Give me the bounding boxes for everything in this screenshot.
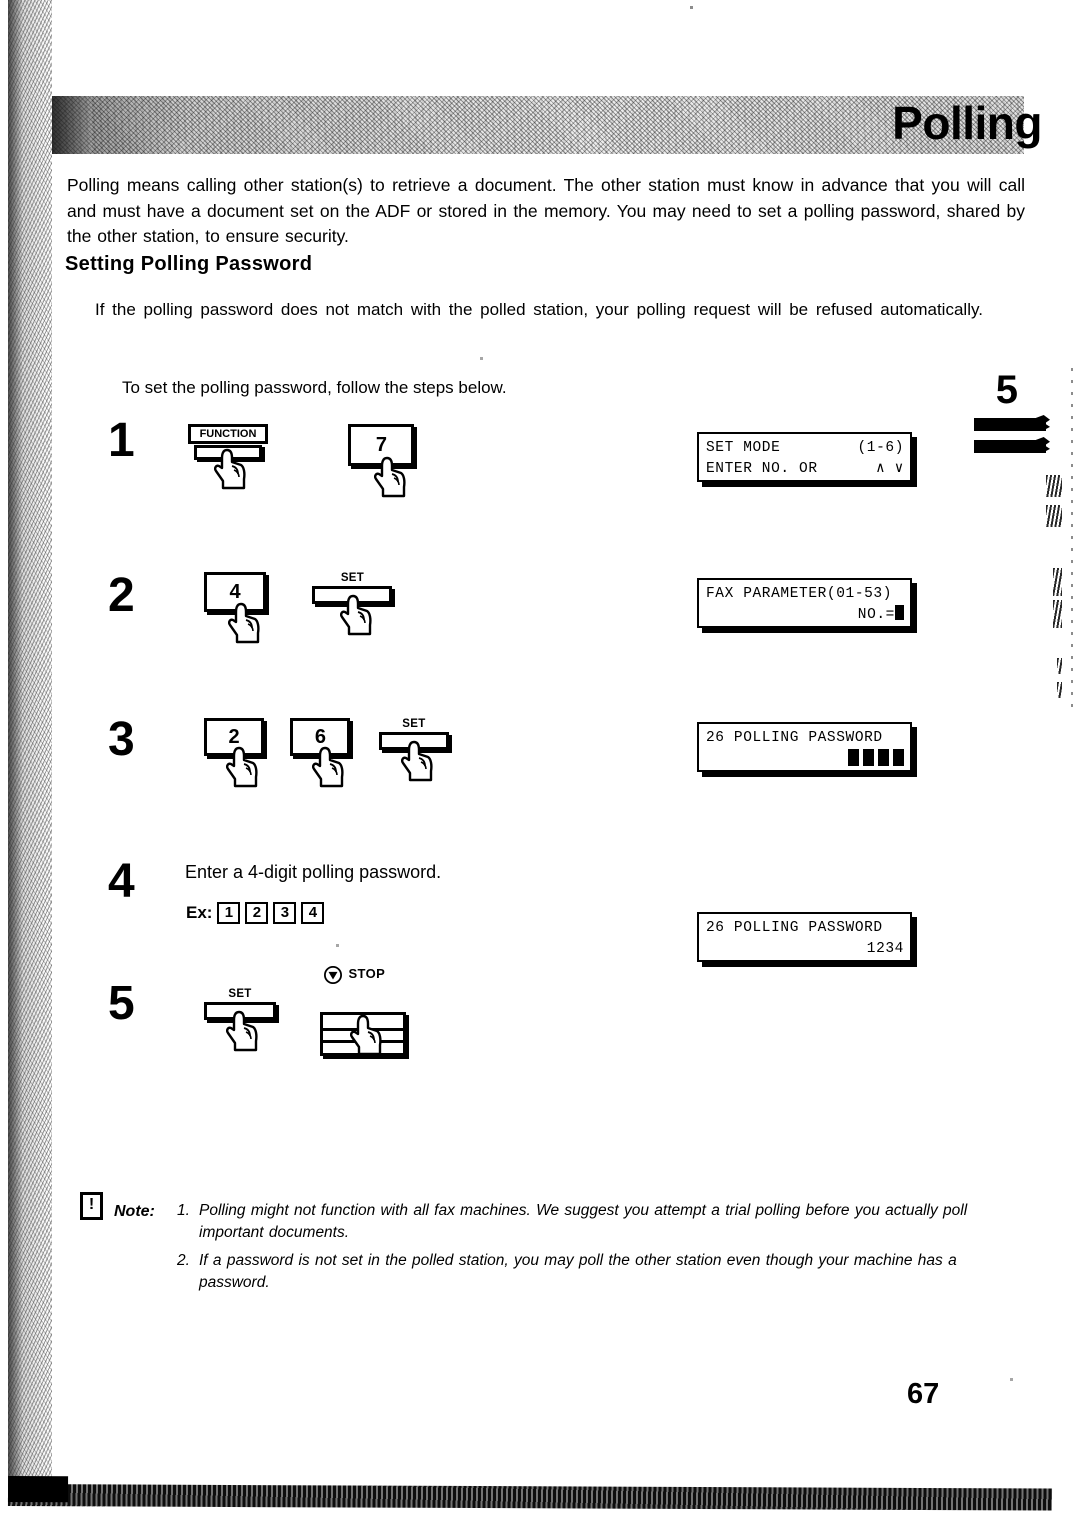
set-key[interactable]: SET xyxy=(204,988,276,1052)
intro-paragraph: Polling means calling other station(s) t… xyxy=(67,175,1025,246)
pointing-hand-icon xyxy=(400,740,433,782)
scan-artifact-margin-mark xyxy=(1046,505,1062,527)
pointing-hand-icon xyxy=(214,448,246,490)
lcd-text: NO.= xyxy=(857,607,895,623)
scan-artifact-bottom-band xyxy=(7,1484,1053,1511)
lcd-line: SET MODE (1-6) xyxy=(706,438,904,459)
step-3-key-group: 2 6 SET xyxy=(204,718,449,788)
steps-lead-in: To set the polling password, follow the … xyxy=(122,378,507,397)
exclamation-note-icon: ! xyxy=(80,1192,103,1220)
chapter-tab-bar-tip xyxy=(1036,415,1050,431)
step-5-key-group: SET STOP xyxy=(204,966,407,1056)
scan-artifact-margin-mark xyxy=(1057,682,1062,698)
lcd-text: ENTER NO. OR xyxy=(706,461,818,477)
chapter-tab-bar-tip xyxy=(1036,437,1050,453)
stop-key[interactable]: STOP xyxy=(320,966,407,1056)
example-key-1[interactable]: 1 xyxy=(217,902,241,924)
lcd-text: SET MODE xyxy=(706,440,781,456)
lcd-line: NO.= xyxy=(706,605,904,626)
scan-artifact-margin-mark xyxy=(1057,658,1062,674)
lcd-display-step-1: SET MODE (1-6) ENTER NO. OR ∧ ∨ xyxy=(697,432,912,482)
pointing-hand-icon xyxy=(226,1010,258,1052)
numeric-key-2[interactable]: 2 xyxy=(204,718,264,788)
chapter-header-banner-shadow xyxy=(52,96,92,154)
function-key-top: FUNCTION xyxy=(188,424,268,444)
scan-artifact-margin-mark xyxy=(1053,568,1062,596)
step-4-instruction: Enter a 4-digit polling password. xyxy=(185,862,442,882)
note-label: Note: xyxy=(114,1203,155,1220)
chapter-tab-bar xyxy=(974,418,1046,431)
pointing-hand-icon xyxy=(340,594,373,636)
lcd-display-step-4: 26 POLLING PASSWORD 1234 xyxy=(697,912,912,962)
set-key-label: SET xyxy=(228,988,252,1000)
function-key-label: FUNCTION xyxy=(199,428,257,440)
set-key-label: SET xyxy=(402,718,426,730)
step-1-key-group: FUNCTION 7 xyxy=(188,424,415,498)
example-key-2[interactable]: 2 xyxy=(245,902,269,924)
scan-artifact-margin-mark xyxy=(1046,475,1062,497)
lcd-text: (1-6) xyxy=(857,440,904,456)
scan-artifact-speck xyxy=(690,6,693,9)
scan-artifact-speck xyxy=(336,944,339,947)
lcd-line: 1234 xyxy=(706,939,904,960)
step-number-1: 1 xyxy=(108,414,135,467)
step-4-example: Ex: 1 2 3 4 xyxy=(186,902,325,924)
lcd-line xyxy=(706,749,904,766)
section-paragraph: If the polling password does not match w… xyxy=(95,300,983,319)
set-key-label: SET xyxy=(340,572,365,584)
step-2-key-group: 4 SET xyxy=(204,572,393,644)
note-list-item: 2. If a password is not set in the polle… xyxy=(177,1250,1017,1294)
step-number-2: 2 xyxy=(108,569,135,622)
step-number-3: 3 xyxy=(108,713,135,766)
lcd-text: FAX PARAMETER(01-53) xyxy=(706,586,893,602)
step-number-5: 5 xyxy=(108,977,135,1030)
note-list: 1. Polling might not function with all f… xyxy=(177,1200,1017,1300)
scan-artifact-margin-mark xyxy=(1053,600,1062,628)
lcd-password-masked-blocks xyxy=(848,749,904,766)
note-item-number: 1. xyxy=(177,1202,190,1219)
note-item-number: 2. xyxy=(177,1252,190,1269)
set-key[interactable]: SET xyxy=(312,572,393,636)
page-number: 67 xyxy=(907,1378,940,1410)
lcd-display-step-2: FAX PARAMETER(01-53) NO.= xyxy=(697,578,912,628)
lcd-display-step-3: 26 POLLING PASSWORD xyxy=(697,722,912,772)
stop-key-label: STOP xyxy=(348,966,386,981)
page-title: Polling xyxy=(892,97,1042,149)
example-key-3[interactable]: 3 xyxy=(273,902,297,924)
numeric-key-4[interactable]: 4 xyxy=(204,572,266,644)
pointing-hand-icon xyxy=(350,1014,383,1056)
lcd-line: FAX PARAMETER(01-53) xyxy=(706,584,904,605)
pointing-hand-icon xyxy=(226,746,258,788)
scan-artifact-margin-dotline xyxy=(1071,368,1073,708)
pointing-hand-icon xyxy=(312,746,345,788)
stop-triangle-icon xyxy=(324,966,343,984)
lcd-text: 26 POLLING PASSWORD xyxy=(706,730,883,746)
section-heading: Setting Polling Password xyxy=(65,253,313,275)
lcd-line: ENTER NO. OR ∧ ∨ xyxy=(706,459,904,480)
step-4-example-label: Ex: xyxy=(186,903,213,922)
scan-artifact-speck xyxy=(480,357,483,360)
pointing-hand-icon xyxy=(228,602,260,644)
note-list-item: 1. Polling might not function with all f… xyxy=(177,1200,1017,1244)
chapter-header-banner xyxy=(52,96,1024,154)
scan-artifact-speck xyxy=(1010,1378,1013,1381)
lcd-line: 26 POLLING PASSWORD xyxy=(706,918,904,939)
example-key-4[interactable]: 4 xyxy=(301,902,325,924)
numeric-key-7[interactable]: 7 xyxy=(348,424,415,498)
set-key[interactable]: SET xyxy=(378,718,449,782)
step-number-4: 4 xyxy=(108,855,135,908)
pointing-hand-icon xyxy=(374,456,407,498)
chapter-tab-number: 5 xyxy=(995,368,1018,412)
scan-artifact-left-dark-strip xyxy=(8,0,22,1490)
lcd-password-value: 1234 xyxy=(866,941,904,957)
numeric-key-6[interactable]: 6 xyxy=(290,718,351,788)
lcd-text: 26 POLLING PASSWORD xyxy=(706,920,883,936)
note-item-text: Polling might not function with all fax … xyxy=(199,1202,968,1241)
lcd-cursor xyxy=(895,605,904,620)
note-item-text: If a password is not set in the polled s… xyxy=(199,1252,957,1291)
lcd-line: 26 POLLING PASSWORD xyxy=(706,728,904,749)
chapter-tab-bar xyxy=(974,440,1046,453)
function-key[interactable]: FUNCTION xyxy=(188,424,268,490)
lcd-text: ∧ ∨ xyxy=(876,461,904,477)
